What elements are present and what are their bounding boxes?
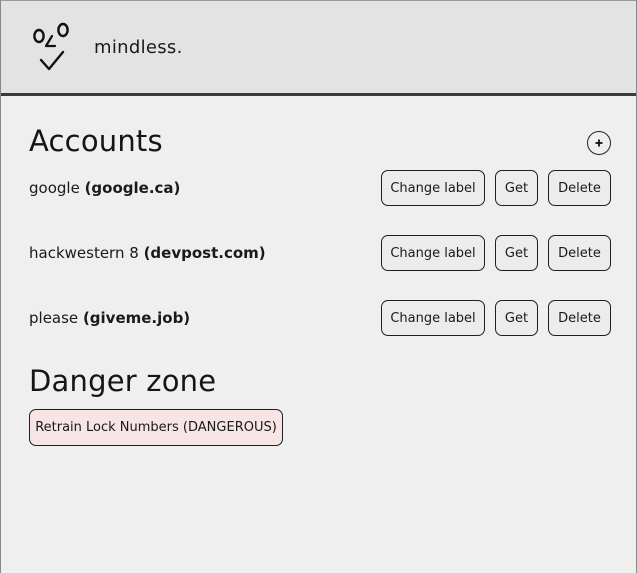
delete-button[interactable]: Delete — [548, 235, 611, 271]
account-text: hackwestern 8 (devpost.com) — [29, 244, 266, 262]
account-label: google — [29, 179, 80, 197]
get-button[interactable]: Get — [495, 170, 538, 206]
account-row-please: please (giveme.job) Change label Get Del… — [1, 299, 636, 337]
add-account-button[interactable] — [587, 131, 611, 155]
accounts-title: Accounts — [29, 124, 163, 158]
account-domain: (google.ca) — [84, 179, 181, 197]
change-label-button[interactable]: Change label — [381, 235, 485, 271]
retrain-lock-numbers-button[interactable]: Retrain Lock Numbers (DANGEROUS) — [29, 409, 283, 446]
account-label: hackwestern 8 — [29, 244, 139, 262]
header-bar: mindless. — [1, 0, 636, 96]
account-label: please — [29, 309, 79, 327]
danger-zone-title: Danger zone — [29, 364, 217, 398]
face-logo-icon — [33, 22, 69, 71]
delete-button[interactable]: Delete — [548, 300, 611, 336]
account-row-hackwestern: hackwestern 8 (devpost.com) Change label… — [1, 234, 636, 272]
app-window: mindless. Accounts google (google.ca) Ch… — [0, 0, 637, 573]
account-domain: (devpost.com) — [143, 244, 266, 262]
account-row-google: google (google.ca) Change label Get Dele… — [1, 169, 636, 207]
change-label-button[interactable]: Change label — [381, 300, 485, 336]
plus-circle-icon — [595, 139, 603, 147]
get-button[interactable]: Get — [495, 300, 538, 336]
account-text: google (google.ca) — [29, 179, 180, 197]
account-text: please (giveme.job) — [29, 309, 190, 327]
change-label-button[interactable]: Change label — [381, 170, 485, 206]
get-button[interactable]: Get — [495, 235, 538, 271]
brand-name: mindless. — [94, 37, 183, 58]
account-domain: (giveme.job) — [82, 309, 191, 327]
delete-button[interactable]: Delete — [548, 170, 611, 206]
